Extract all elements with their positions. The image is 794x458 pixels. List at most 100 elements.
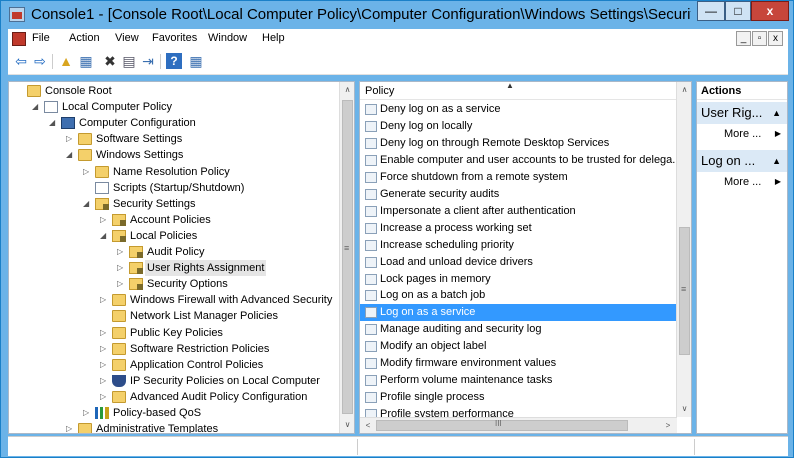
policy-setting-icon (365, 392, 377, 404)
policy-row[interactable]: Log on as a service (360, 304, 677, 322)
tree-expander-icon[interactable]: ◢ (32, 99, 42, 115)
tree-expander-icon[interactable]: ◢ (66, 147, 76, 163)
policy-row[interactable]: Manage auditing and security log (360, 321, 677, 338)
scroll-up-button[interactable]: ∧ (340, 82, 354, 98)
console-tree-pane[interactable]: Console Root ◢ Local Computer Policy ◢ Compu… (8, 81, 355, 434)
tree-expander-icon[interactable]: ▷ (100, 325, 110, 341)
policy-horizontal-scrollbar[interactable]: < III > (360, 417, 677, 433)
mmc-app-icon[interactable] (9, 7, 25, 22)
policy-row[interactable]: Log on as a batch job (360, 287, 677, 304)
policy-row[interactable]: Modify an object label (360, 338, 677, 355)
up-one-level-icon[interactable]: ▲ (58, 53, 74, 69)
back-arrow-icon[interactable]: ⇦ (13, 53, 29, 69)
tree-node-label: Windows Firewall with Advanced Security (130, 294, 333, 307)
tree-expander-icon[interactable]: ▷ (83, 405, 93, 421)
tree-expander-icon[interactable]: ▷ (66, 131, 76, 147)
scroll-up-button[interactable]: ∧ (677, 82, 691, 98)
mdi-minimize-button[interactable]: _ (736, 31, 751, 46)
tree-expander-icon[interactable]: ▷ (117, 244, 127, 260)
policy-row[interactable]: Deny log on as a service (360, 101, 677, 118)
minimize-button[interactable]: — (697, 1, 725, 21)
collapse-icon[interactable]: ▲ (772, 102, 781, 124)
policy-row[interactable]: Generate security audits (360, 186, 677, 203)
tree-vertical-scrollbar[interactable]: ∧ ≡ ∨ (339, 82, 354, 433)
policy-row[interactable]: Increase scheduling priority (360, 237, 677, 254)
tree-expander-icon[interactable]: ◢ (83, 196, 93, 212)
delete-icon[interactable]: ✖ (102, 53, 118, 69)
show-action-pane-icon[interactable]: ▦ (188, 53, 204, 69)
export-list-icon[interactable]: ⇥ (140, 53, 156, 69)
menu-view[interactable]: View (115, 32, 139, 44)
tree-node-label: Account Policies (130, 213, 211, 226)
policy-setting-icon (365, 137, 377, 149)
scroll-left-button[interactable]: < (360, 418, 376, 433)
more-actions-link[interactable]: More ... ▶ (697, 174, 787, 190)
console-doc-icon[interactable] (12, 32, 26, 46)
scroll-down-button[interactable]: ∨ (677, 401, 691, 417)
close-button[interactable]: x (751, 1, 789, 21)
policy-row[interactable]: Load and unload device drivers (360, 254, 677, 271)
tree-expander-icon[interactable]: ▷ (117, 276, 127, 292)
menu-file[interactable]: File (32, 32, 50, 44)
tree-expander-icon[interactable]: ▷ (117, 260, 127, 276)
title-bar[interactable]: Console1 - [Console Root\Local Computer … (1, 1, 793, 28)
policy-row[interactable]: Modify firmware environment values (360, 355, 677, 372)
tree-node-label: Software Settings (96, 133, 183, 146)
menu-window[interactable]: Window (208, 32, 247, 44)
policy-vertical-scrollbar[interactable]: ∧ ≡ ∨ (676, 82, 691, 417)
scroll-right-button[interactable]: > (660, 418, 676, 433)
policy-label: Manage auditing and security log (380, 323, 542, 336)
policy-setting-icon (365, 188, 377, 200)
mdi-close-button[interactable]: x (768, 31, 783, 46)
policy-column-header[interactable]: Policy ▲ (360, 82, 677, 100)
policy-row[interactable]: Enable computer and user accounts to be … (360, 152, 677, 169)
window-title: Console1 - [Console Root\Local Computer … (31, 6, 691, 23)
menu-favorites[interactable]: Favorites (152, 32, 197, 44)
forward-arrow-icon[interactable]: ⇨ (32, 53, 48, 69)
tree-expander-icon[interactable]: ▷ (100, 373, 110, 389)
properties-icon[interactable]: ▤ (121, 53, 137, 69)
policy-row[interactable]: Deny log on through Remote Desktop Servi… (360, 135, 677, 152)
scroll-grip: ≡ (344, 243, 350, 253)
tree-expander-icon[interactable]: ▷ (66, 421, 76, 433)
more-actions-link[interactable]: More ... ▶ (697, 126, 787, 142)
policy-row[interactable]: Increase a process working set (360, 220, 677, 237)
scroll-thumb[interactable]: ≡ (342, 100, 353, 414)
policy-row[interactable]: Impersonate a client after authenticatio… (360, 203, 677, 220)
policy-label: Profile single process (380, 391, 485, 404)
policy-list-pane[interactable]: Policy ▲ Deny log on as a service Deny lo… (359, 81, 692, 434)
tree-node-label: Policy-based QoS (113, 407, 202, 419)
scroll-thumb[interactable]: ≡ (679, 227, 690, 355)
policy-label: Enable computer and user accounts to be … (380, 153, 677, 166)
menu-help[interactable]: Help (262, 32, 285, 44)
tree-expander-icon[interactable]: ▷ (100, 212, 110, 228)
tree-expander-icon[interactable]: ▷ (100, 292, 110, 308)
tree-expander-icon[interactable]: ▷ (83, 164, 93, 180)
mdi-restore-button[interactable]: ▫ (752, 31, 767, 46)
tree-node-label: Software Restriction Policies (130, 342, 270, 355)
help-icon[interactable]: ? (166, 53, 182, 69)
policy-row[interactable]: Force shutdown from a remote system (360, 169, 677, 186)
tree-expander-icon[interactable]: ◢ (49, 115, 59, 131)
policy-row[interactable]: Perform volume maintenance tasks (360, 372, 677, 389)
actions-section-user-rights[interactable]: User Rig... ▲ (697, 102, 787, 124)
policy-row[interactable]: Deny log on locally (360, 118, 677, 135)
show-hide-tree-icon[interactable]: ▦ (78, 53, 94, 69)
folder-icon (112, 294, 126, 307)
policy-row[interactable]: Profile single process (360, 389, 677, 406)
folder-icon (78, 423, 92, 433)
tree-expander-icon[interactable]: ▷ (100, 357, 110, 373)
tree-node-label: Windows Settings (96, 149, 184, 162)
scroll-thumb[interactable]: III (376, 419, 628, 431)
collapse-icon[interactable]: ▲ (772, 150, 781, 172)
tree-expander-icon[interactable]: ▷ (100, 341, 110, 357)
tree-expander-icon[interactable]: ▷ (100, 389, 110, 405)
policy-label: Lock pages in memory (380, 272, 491, 285)
policy-row[interactable]: Lock pages in memory (360, 271, 677, 288)
menu-action[interactable]: Action (69, 32, 100, 44)
submenu-arrow-icon: ▶ (774, 177, 781, 186)
tree-expander-icon[interactable]: ◢ (100, 228, 110, 244)
scroll-down-button[interactable]: ∨ (340, 417, 354, 433)
actions-section-log-on[interactable]: Log on ... ▲ (697, 150, 787, 172)
maximize-button[interactable]: □ (725, 1, 751, 21)
